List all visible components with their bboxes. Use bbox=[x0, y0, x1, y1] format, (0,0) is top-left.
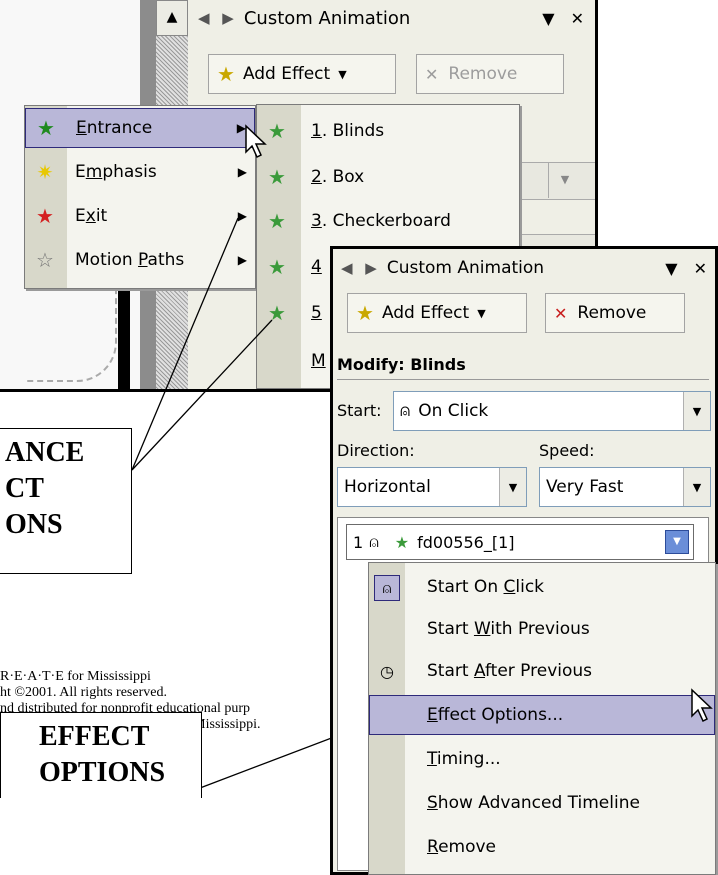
chevron-down-icon: ▼ bbox=[477, 306, 486, 320]
menu-remove[interactable]: Remove bbox=[369, 827, 715, 867]
menu-timing[interactable]: Timing... bbox=[369, 739, 715, 779]
modify-heading: Modify: Blinds bbox=[337, 355, 466, 374]
speed-label: Speed: bbox=[539, 441, 595, 460]
effect-options-callout: EFFECT OPTIONS bbox=[0, 712, 202, 798]
speed-dropdown[interactable]: Very Fast ▼ bbox=[539, 467, 711, 507]
mouse-click-icon: ⍝ bbox=[369, 532, 379, 551]
remove-icon: ✕ bbox=[554, 303, 568, 323]
menu-start-with-previous[interactable]: Start With Previous bbox=[369, 609, 715, 649]
remove-button[interactable]: ✕ Remove bbox=[545, 293, 685, 333]
pane-menu-dropdown-icon[interactable]: ▼ bbox=[665, 259, 677, 278]
start-dropdown[interactable]: ⍝ On Click ▼ bbox=[393, 391, 711, 431]
mouse-pointer-icon bbox=[691, 688, 713, 723]
back-forward-arrows-icon[interactable]: ◀ ▶ bbox=[341, 259, 381, 277]
animation-context-menu: ⍝ Start On Click Start With Previous ◷ S… bbox=[368, 562, 716, 875]
chevron-down-icon[interactable]: ▼ bbox=[665, 530, 689, 554]
animation-list-item[interactable]: 1 ⍝ ★ fd00556_[1] ▼ bbox=[346, 524, 694, 560]
mouse-click-icon: ⍝ bbox=[400, 401, 411, 421]
direction-label: Direction: bbox=[337, 441, 415, 460]
chevron-down-icon[interactable]: ▼ bbox=[499, 468, 526, 506]
close-icon[interactable]: ✕ bbox=[694, 259, 707, 278]
chevron-down-icon[interactable]: ▼ bbox=[683, 392, 710, 430]
clock-icon: ◷ bbox=[380, 661, 394, 681]
menu-start-on-click[interactable]: ⍝ Start On Click bbox=[369, 567, 715, 607]
pane-title-bar: ◀ ▶ Custom Animation ▼ ✕ bbox=[333, 249, 715, 287]
add-effect-star-icon: ★ bbox=[356, 301, 374, 325]
add-effect-label: Add Effect bbox=[381, 303, 470, 323]
divider bbox=[337, 379, 709, 380]
mouse-click-icon: ⍝ bbox=[374, 574, 400, 601]
remove-label: Remove bbox=[577, 303, 647, 323]
chevron-down-icon[interactable]: ▼ bbox=[683, 468, 710, 506]
pane-title: Custom Animation bbox=[386, 258, 545, 278]
menu-show-advanced-timeline[interactable]: Show Advanced Timeline bbox=[369, 783, 715, 823]
effect-star-icon: ★ bbox=[394, 532, 410, 552]
menu-effect-options[interactable]: Effect Options... bbox=[369, 695, 715, 735]
add-effect-button[interactable]: ★ Add Effect ▼ bbox=[347, 293, 527, 333]
menu-start-after-previous[interactable]: ◷ Start After Previous bbox=[369, 651, 715, 691]
direction-dropdown[interactable]: Horizontal ▼ bbox=[337, 467, 527, 507]
start-label: Start: bbox=[337, 401, 382, 420]
entrance-effect-options-callout: ANCE CT ONS bbox=[0, 428, 132, 574]
